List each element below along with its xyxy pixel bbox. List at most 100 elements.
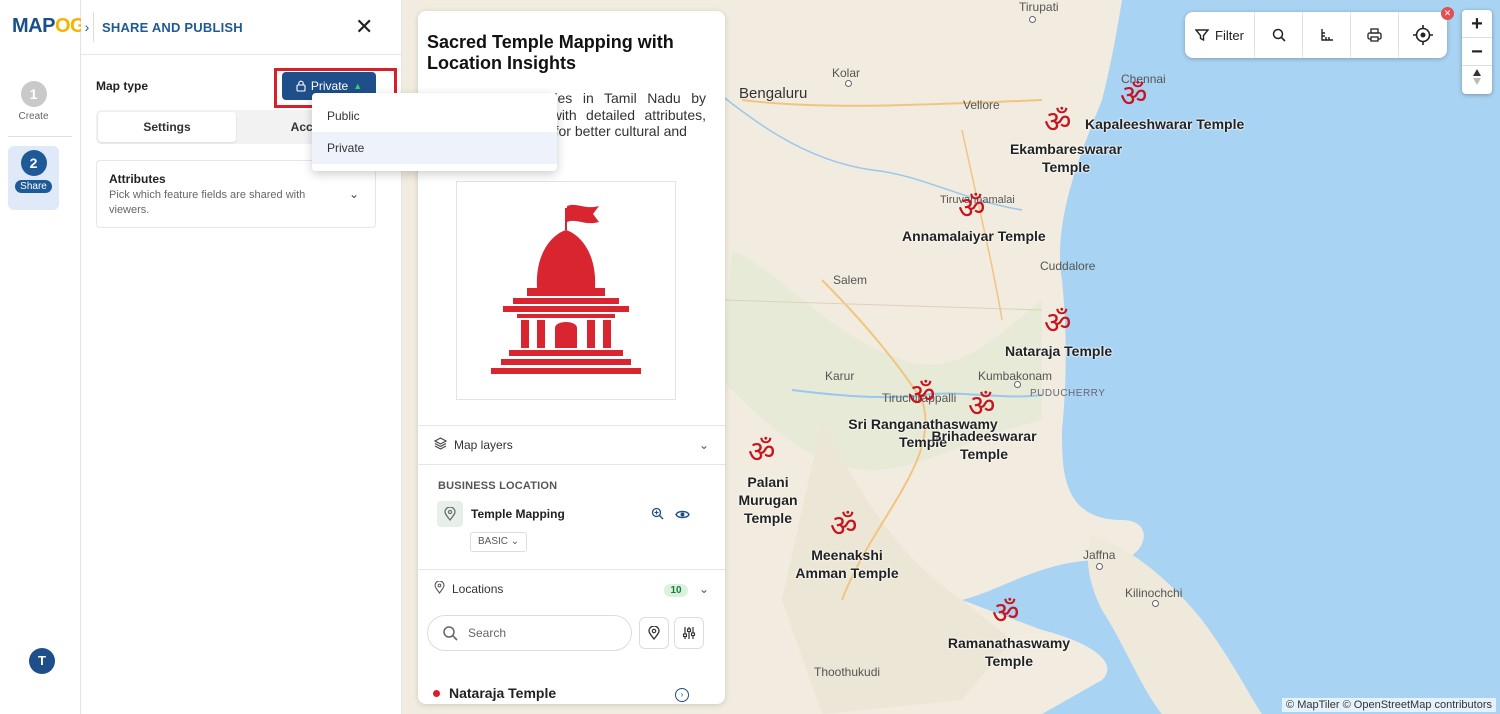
user-avatar[interactable]: T xyxy=(29,648,55,674)
map-pin-icon xyxy=(648,626,660,640)
crosshair-icon xyxy=(1413,25,1433,45)
status-dot xyxy=(433,689,440,697)
temple-marker-icon[interactable]: ॐ xyxy=(748,438,775,468)
temple-label: Palani Murugan Temple xyxy=(738,474,798,526)
visibility-eye-icon[interactable] xyxy=(675,508,690,523)
temple-marker-icon[interactable]: ॐ xyxy=(830,512,857,542)
temple-label: Brihadeeswarar Temple xyxy=(931,428,1037,462)
place-label: Kolar xyxy=(832,66,861,80)
step-number: 2 xyxy=(20,150,47,176)
layer-item[interactable]: Temple Mapping xyxy=(437,500,707,528)
temple-label: Meenakshi Amman Temple xyxy=(795,547,899,581)
place-label: Tirupati xyxy=(1019,0,1059,14)
step-share[interactable]: 2 Share xyxy=(8,146,59,210)
map-type-label: Map type xyxy=(96,79,149,93)
city-dot xyxy=(845,80,852,87)
search-button[interactable] xyxy=(1255,12,1303,58)
location-search-input[interactable]: Search xyxy=(427,615,632,651)
locations-header[interactable]: Locations 10 ⌄ xyxy=(418,570,725,608)
temple-label: Ekambareswarar Temple xyxy=(1009,141,1123,175)
close-icon[interactable]: ✕ xyxy=(355,14,373,40)
locations-section: Locations 10 ⌄ xyxy=(418,569,725,608)
attributes-description: Pick which feature fields are shared wit… xyxy=(109,189,306,216)
layer-group-label: BUSINESS LOCATION xyxy=(438,480,558,492)
temple-marker-icon[interactable]: ॐ xyxy=(908,381,935,411)
locate-button[interactable] xyxy=(1399,12,1447,58)
temple-marker-icon[interactable]: ॐ xyxy=(1120,82,1147,112)
layers-icon xyxy=(433,437,448,453)
map-layers-header[interactable]: Map layers ⌄ xyxy=(418,426,725,464)
compass-button[interactable] xyxy=(1462,66,1492,94)
place-label: Jaffna xyxy=(1083,548,1116,562)
measure-button[interactable] xyxy=(1303,12,1351,58)
logo-text-map: MAP xyxy=(12,15,55,37)
temple-marker-icon[interactable]: ॐ xyxy=(992,599,1019,629)
map-layers-label: Map layers xyxy=(454,438,513,452)
filter-icon xyxy=(1195,29,1210,42)
go-to-location-icon[interactable]: › xyxy=(675,688,689,702)
step-number: 1 xyxy=(20,81,47,107)
attributes-title: Attributes xyxy=(109,172,166,186)
map-layers-section: Map layers ⌄ xyxy=(418,425,725,464)
temple-label: Annamalaiyar Temple xyxy=(902,228,1046,244)
city-dot xyxy=(1096,563,1103,570)
zoom-control: + − xyxy=(1462,10,1492,94)
temple-label: Nataraja Temple xyxy=(1005,343,1113,359)
app-root: Tirupati Kolar Bengaluru Chennai Vellore… xyxy=(0,0,1500,714)
toolbar-close-icon[interactable]: ✕ xyxy=(1441,7,1454,20)
zoom-in-button[interactable]: + xyxy=(1462,10,1492,38)
temple-label: Kapaleeshwarar Temple xyxy=(1085,116,1245,132)
city-dot xyxy=(1029,16,1036,23)
place-label: Salem xyxy=(833,273,868,287)
tab-settings[interactable]: Settings xyxy=(98,112,236,142)
temple-marker-icon[interactable]: ॐ xyxy=(1044,108,1071,138)
search-icon xyxy=(443,626,458,641)
locations-label: Locations xyxy=(452,582,504,596)
map-attribution[interactable]: © MapTiler © OpenStreetMap contributors xyxy=(1282,698,1496,712)
zoom-to-layer-icon[interactable] xyxy=(651,507,664,523)
print-button[interactable] xyxy=(1351,12,1399,58)
place-label: Thoothukudi xyxy=(814,665,881,679)
layer-style-label: BASIC xyxy=(478,536,509,547)
workflow-stepper: MAPOG 1 Create 2 Share T xyxy=(0,0,86,714)
compass-icon xyxy=(1473,69,1481,85)
step-create[interactable]: 1 Create xyxy=(8,77,59,141)
zoom-out-button[interactable]: − xyxy=(1462,38,1492,66)
layer-style-pill[interactable]: BASIC ⌄ xyxy=(470,532,528,552)
place-label: Vellore xyxy=(963,98,1000,112)
panel-title: SHARE AND PUBLISH xyxy=(102,19,243,35)
place-label: Kilinochchi xyxy=(1125,586,1183,600)
locate-me-button[interactable] xyxy=(639,617,669,649)
temple-marker-icon[interactable]: ॐ xyxy=(968,392,995,422)
location-pin-icon xyxy=(437,501,463,527)
temple-label: Ramanathaswamy Temple xyxy=(947,635,1071,669)
sliders-icon xyxy=(682,627,696,639)
chevron-down-icon[interactable]: ⌄ xyxy=(699,582,709,596)
collapse-panel-button[interactable]: › xyxy=(81,12,94,42)
ruler-icon xyxy=(1320,29,1333,41)
temple-marker-icon[interactable]: ॐ xyxy=(958,194,985,224)
search-icon xyxy=(1272,28,1286,42)
temple-marker-icon[interactable]: ॐ xyxy=(1044,309,1071,339)
chevron-right-icon: › xyxy=(84,19,90,35)
dropdown-option-public[interactable]: Public xyxy=(312,100,557,132)
filter-settings-button[interactable] xyxy=(674,617,704,649)
search-placeholder: Search xyxy=(468,626,507,640)
location-name: Nataraja Temple xyxy=(449,685,557,701)
step-label: Share xyxy=(15,180,52,193)
dropdown-option-private[interactable]: Private xyxy=(312,132,557,164)
locations-controls: 10 ⌄ xyxy=(664,582,709,597)
filter-label: Filter xyxy=(1215,27,1244,43)
filter-button[interactable]: Filter xyxy=(1185,12,1255,58)
chevron-down-icon: ⌄ xyxy=(348,187,359,201)
section-divider xyxy=(418,464,725,465)
layer-name: Temple Mapping xyxy=(471,507,565,521)
city-dot xyxy=(1014,381,1021,388)
chevron-down-icon: ⌄ xyxy=(698,438,709,452)
place-label: Cuddalore xyxy=(1040,259,1096,273)
city-dot xyxy=(1152,600,1159,607)
locations-count-badge: 10 xyxy=(664,584,688,597)
temple-illustration-icon xyxy=(491,204,641,374)
location-list-item[interactable]: Nataraja Temple xyxy=(433,685,556,701)
temple-image xyxy=(456,181,676,400)
